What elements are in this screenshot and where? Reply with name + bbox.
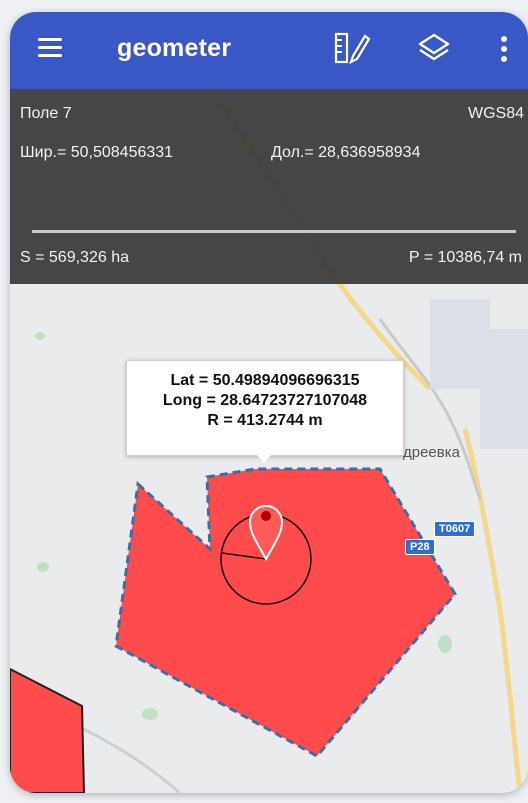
pin-dot bbox=[261, 511, 271, 521]
neighbor-field-polygon[interactable] bbox=[10, 667, 86, 793]
measurement-panel: Поле 7 WGS84 Шир.= 50,508456331 Дол.= 28… bbox=[10, 89, 528, 284]
town-block bbox=[480, 329, 528, 449]
phone-screen: дреевка T0607 P28 Lat = 50.4989409669631… bbox=[10, 12, 528, 793]
hamburger-menu-icon[interactable] bbox=[38, 38, 62, 58]
layers-icon[interactable] bbox=[417, 32, 451, 66]
road-badge-p28: P28 bbox=[405, 539, 435, 555]
green-patch bbox=[37, 562, 49, 572]
green-patch bbox=[142, 708, 158, 720]
vertical-dots-icon[interactable] bbox=[498, 34, 510, 64]
area-readout: S = 569,326 ha bbox=[20, 249, 129, 266]
road-yellow-east bbox=[462, 428, 523, 793]
callout-long: Long = 28.64723727107048 bbox=[162, 392, 368, 409]
green-patch bbox=[438, 635, 452, 653]
longitude-readout: Дол.= 28,636958934 bbox=[271, 144, 421, 161]
callout-radius: R = 413.2744 m bbox=[207, 412, 323, 429]
callout-lat: Lat = 50.49894096696315 bbox=[170, 372, 360, 389]
app-title: geometer bbox=[117, 34, 232, 62]
ruler-pencil-icon[interactable] bbox=[332, 32, 372, 66]
point-info-callout[interactable]: Lat = 50.49894096696315 Long = 28.647237… bbox=[126, 360, 404, 456]
field-name: Поле 7 bbox=[20, 105, 72, 122]
datum-label: WGS84 bbox=[467, 105, 524, 122]
callout-tail bbox=[255, 453, 273, 463]
field-polygon[interactable] bbox=[114, 467, 457, 758]
green-patch bbox=[35, 332, 45, 340]
panel-divider bbox=[32, 230, 516, 233]
app-bar: geometer bbox=[10, 12, 528, 89]
latitude-readout: Шир.= 50,508456331 bbox=[20, 144, 174, 161]
town-label: дреевка bbox=[403, 444, 460, 461]
road-badge-t0607: T0607 bbox=[434, 521, 476, 537]
perimeter-readout: P = 10386,74 m bbox=[408, 249, 522, 266]
